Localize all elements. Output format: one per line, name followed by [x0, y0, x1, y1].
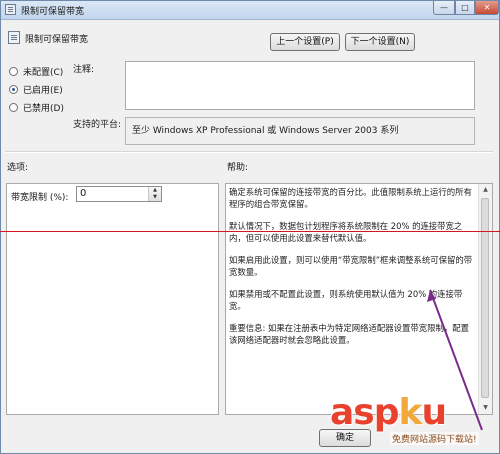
watermark-logo-right: u: [421, 392, 447, 433]
watermark-logo-k: k: [398, 392, 423, 433]
watermark-subtitle: 免费网站源码下载站!: [390, 432, 479, 445]
watermark-logo: aspku: [330, 392, 447, 433]
annotation-arrow-icon: [427, 289, 483, 431]
watermark-logo-left: asp: [330, 392, 399, 433]
